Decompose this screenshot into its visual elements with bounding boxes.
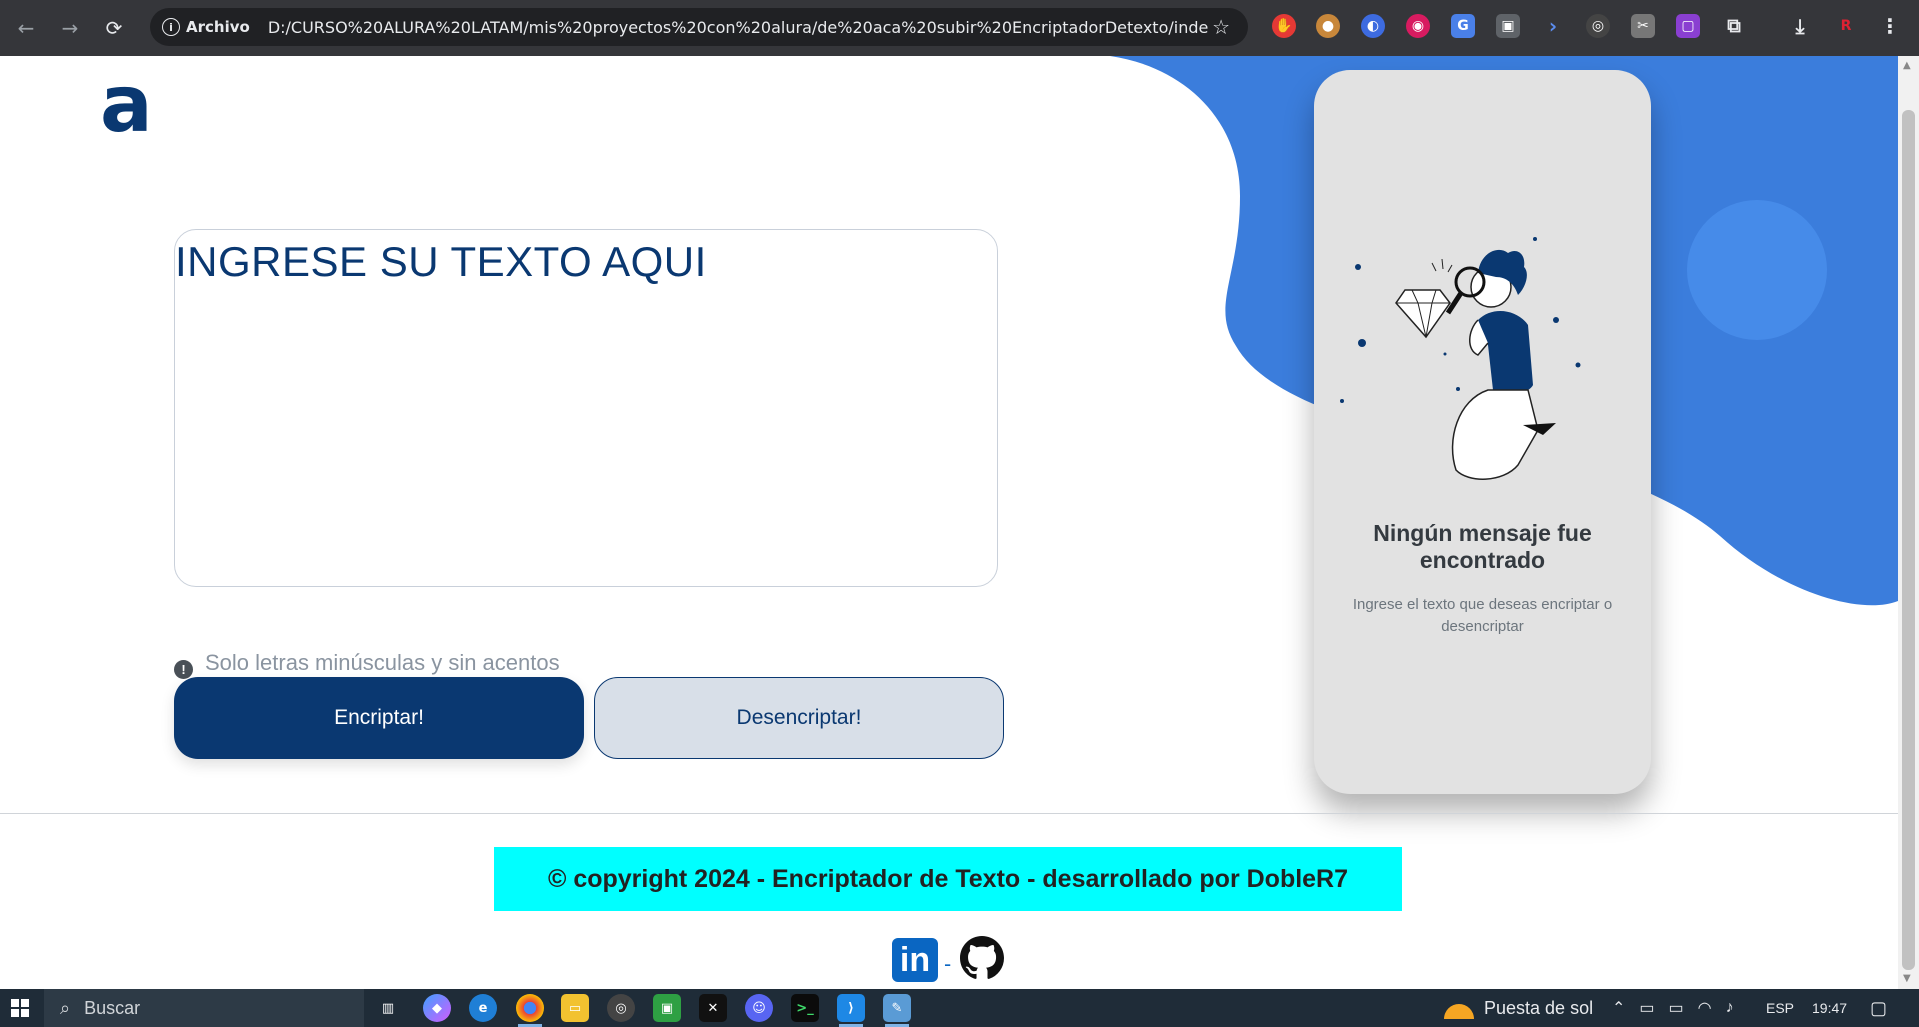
- result-title: Ningún mensaje fue encontrado: [1373, 520, 1592, 573]
- url-text[interactable]: D:/CURSO%20ALURA%20LATAM/mis%20proyectos…: [268, 18, 1208, 37]
- site-info-chip[interactable]: i Archivo: [162, 18, 250, 36]
- copilot-icon[interactable]: ◆: [423, 994, 451, 1022]
- sunset-icon: [1444, 1003, 1474, 1019]
- page-viewport: a INGRESE SU TEXTO AQUI ! Solo letras mi…: [0, 56, 1898, 989]
- github-icon[interactable]: [960, 936, 1004, 980]
- extension-cookie-icon[interactable]: ●: [1316, 14, 1340, 38]
- info-icon: i: [162, 18, 180, 36]
- weather-text: Puesta de sol: [1484, 997, 1594, 1018]
- input-hint-text: Solo letras minúsculas y sin acentos: [205, 649, 560, 675]
- forward-button[interactable]: →: [56, 14, 84, 42]
- app-green-icon[interactable]: ▣: [653, 994, 681, 1022]
- scroll-down-arrow-icon[interactable]: ▼: [1903, 973, 1911, 984]
- volume-icon[interactable]: ♪: [1726, 999, 1734, 1017]
- scroll-up-arrow-icon[interactable]: ▲: [1903, 60, 1911, 71]
- scrollbar-thumb[interactable]: [1902, 110, 1915, 970]
- reload-button[interactable]: ⟳: [100, 14, 128, 42]
- exclamation-icon: !: [174, 660, 193, 679]
- encrypt-button[interactable]: Encriptar!: [174, 677, 584, 759]
- extension-gradient-icon[interactable]: ▢: [1676, 14, 1700, 38]
- taskbar-search[interactable]: ⌕ Buscar: [44, 989, 364, 1027]
- windows-start-button[interactable]: [0, 989, 40, 1027]
- clock[interactable]: 19:47: [1812, 989, 1847, 1027]
- decrypt-button[interactable]: Desencriptar!: [594, 677, 1004, 759]
- extension-record-icon[interactable]: ◉: [1406, 14, 1430, 38]
- extensions-puzzle-icon[interactable]: ⧉: [1722, 14, 1746, 38]
- weather-widget[interactable]: Puesta de sol: [1444, 989, 1593, 1027]
- profile-avatar[interactable]: R: [1834, 14, 1858, 38]
- footer-copyright: © copyright 2024 - Encriptador de Texto …: [494, 847, 1402, 911]
- tray-icons: ⌃ ▭ ▭ ◠ ♪: [1612, 989, 1734, 1027]
- text-input-placeholder: INGRESE SU TEXTO AQUI: [175, 238, 707, 285]
- extension-stop-icon[interactable]: ✋: [1272, 14, 1296, 38]
- edge-icon[interactable]: e: [469, 994, 497, 1022]
- windows-taskbar: ⌕ Buscar ▥ ◆ e ▭ ◎ ▣ ✕ ☺ >_ ⟩ ✎ Puesta d…: [0, 989, 1919, 1027]
- linkedin-icon[interactable]: in: [892, 938, 938, 982]
- discord-icon[interactable]: ☺: [745, 994, 773, 1022]
- show-hidden-icons-chevron-icon[interactable]: ⌃: [1612, 998, 1625, 1018]
- extension-robot-icon[interactable]: ▣: [1496, 14, 1520, 38]
- site-chip-label: Archivo: [186, 18, 250, 36]
- back-button[interactable]: ←: [12, 14, 40, 42]
- extension-arrow-icon[interactable]: ›: [1541, 14, 1565, 38]
- result-subtitle: Ingrese el texto que deseas encriptar o …: [1352, 596, 1613, 635]
- notifications-icon[interactable]: ▢: [1870, 989, 1887, 1027]
- capcut-icon[interactable]: ✕: [699, 994, 727, 1022]
- extension-screenshot-icon[interactable]: ✂: [1631, 14, 1655, 38]
- address-bar[interactable]: i Archivo D:/CURSO%20ALURA%20LATAM/mis%2…: [150, 8, 1248, 46]
- meet-now-icon[interactable]: ▭: [1639, 998, 1654, 1018]
- text-input-area[interactable]: INGRESE SU TEXTO AQUI: [174, 229, 998, 587]
- extension-translate-icon[interactable]: G: [1451, 14, 1475, 38]
- file-explorer-icon[interactable]: ▭: [561, 994, 589, 1022]
- alura-logo: a: [100, 60, 153, 150]
- browser-menu-icon[interactable]: ⋮: [1878, 14, 1902, 38]
- result-panel: Ningún mensaje fue encontrado Ingrese el…: [1314, 70, 1651, 794]
- extension-camera-icon[interactable]: ◎: [1586, 14, 1610, 38]
- windows-logo-icon: [11, 999, 29, 1017]
- social-separator: -: [944, 952, 952, 976]
- vscode-icon[interactable]: ⟩: [837, 994, 865, 1022]
- language-indicator[interactable]: ESP: [1766, 989, 1794, 1027]
- paint-icon[interactable]: ✎: [883, 994, 911, 1022]
- input-hint: ! Solo letras minúsculas y sin acentos: [174, 646, 560, 679]
- downloads-icon[interactable]: ⤓: [1788, 14, 1812, 38]
- terminal-icon[interactable]: >_: [791, 994, 819, 1022]
- browser-toolbar: ← → ⟳ i Archivo D:/CURSO%20ALURA%20LATAM…: [0, 0, 1919, 56]
- taskbar-search-placeholder: Buscar: [84, 997, 141, 1018]
- bookmark-star-icon[interactable]: ☆: [1212, 15, 1230, 39]
- search-icon: ⌕: [60, 997, 71, 1018]
- chrome-icon[interactable]: [516, 994, 544, 1022]
- searching-person-illustration: [1340, 237, 1581, 480]
- extension-color-icon[interactable]: ◐: [1361, 14, 1385, 38]
- battery-icon[interactable]: ▭: [1669, 998, 1684, 1018]
- footer-divider: [0, 813, 1898, 814]
- obs-icon[interactable]: ◎: [607, 994, 635, 1022]
- wifi-icon[interactable]: ◠: [1698, 998, 1712, 1018]
- page-scrollbar[interactable]: ▲ ▼: [1898, 56, 1919, 989]
- task-view-icon[interactable]: ▥: [374, 994, 402, 1022]
